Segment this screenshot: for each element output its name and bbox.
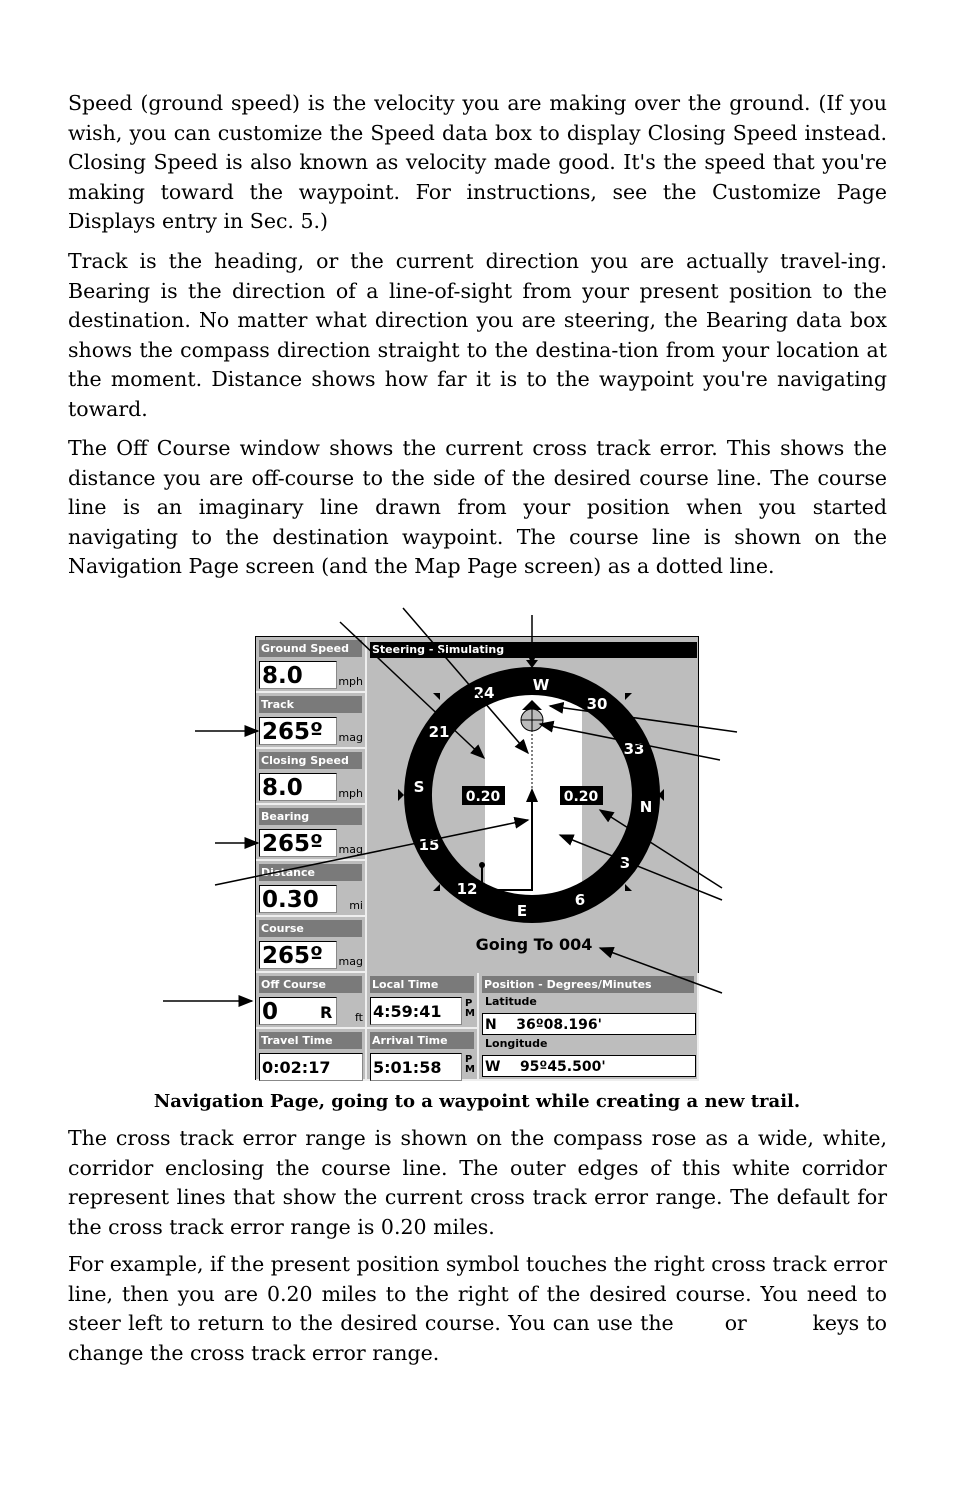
- box-unit: mag: [338, 731, 363, 744]
- box-value: 0.30: [259, 885, 337, 913]
- track-box: Track 265º mag: [256, 693, 367, 749]
- box-unit: mi: [349, 899, 363, 912]
- box-unit: mph: [338, 675, 363, 688]
- ground-speed-box: Ground Speed 8.0 mph: [256, 637, 367, 693]
- box-label: Ground Speed: [259, 640, 362, 657]
- local-time-box: Local Time 4:59:41 P M: [367, 973, 479, 1029]
- longitude-value: W 95º45.500': [482, 1055, 696, 1077]
- course-box: Course 265º mag: [256, 917, 367, 973]
- box-value: 265º: [259, 717, 337, 745]
- box-value: 8.0: [259, 661, 337, 689]
- latitude-value: N 36º08.196': [482, 1013, 696, 1035]
- box-unit: mag: [338, 843, 363, 856]
- paragraph-xte-range: The cross track error range is shown on …: [68, 1126, 887, 1239]
- box-unit: ft: [355, 1011, 363, 1024]
- box-label: Bearing: [259, 808, 362, 825]
- box-label: Track: [259, 696, 362, 713]
- arrival-time-box: Arrival Time 5:01:58 P M: [367, 1029, 479, 1081]
- document-page: Speed (ground speed) is the velocity you…: [0, 0, 954, 1487]
- am-pm-indicator: P M: [465, 998, 475, 1019]
- off-course-side: R: [320, 1003, 333, 1022]
- longitude-label: Longitude: [485, 1037, 548, 1050]
- box-label: Local Time: [370, 976, 474, 993]
- paragraph-track-bearing: Track is the heading, or the current dir…: [68, 249, 887, 421]
- closing-speed-box: Closing Speed 8.0 mph: [256, 749, 367, 805]
- box-value: 5:01:58: [370, 1053, 462, 1081]
- position-title: Position - Degrees/Minutes: [482, 976, 694, 993]
- paragraph-speed: Speed (ground speed) is the velocity you…: [68, 91, 887, 234]
- box-label: Arrival Time: [370, 1032, 474, 1049]
- box-value: 265º: [259, 829, 337, 857]
- box-value: 4:59:41: [370, 997, 462, 1025]
- latitude-label: Latitude: [485, 995, 537, 1008]
- navigation-page-screenshot: Ground Speed 8.0 mph Track 265º mag Closing …: [255, 636, 699, 1081]
- box-value: 8.0: [259, 773, 337, 801]
- distance-box: Distance 0.30 mi: [256, 861, 367, 917]
- box-label: Course: [259, 920, 362, 937]
- position-box: Position - Degrees/Minutes Latitude N 36…: [479, 973, 699, 1081]
- box-label: Closing Speed: [259, 752, 362, 769]
- figure-caption: Navigation Page, going to a waypoint whi…: [153, 1091, 801, 1112]
- steering-title-bar: Steering - Simulating: [370, 642, 697, 658]
- box-label: Off Course: [259, 976, 362, 993]
- box-value: 265º: [259, 941, 337, 969]
- box-label: Distance: [259, 864, 362, 881]
- box-value: 0:02:17: [259, 1053, 363, 1081]
- travel-time-box: Travel Time 0:02:17: [256, 1029, 367, 1081]
- paragraph-off-course: The Off Course window shows the current …: [68, 436, 887, 579]
- off-course-box: Off Course 0 Rft: [256, 973, 367, 1029]
- bearing-box: Bearing 265º mag: [256, 805, 367, 861]
- box-label: Travel Time: [259, 1032, 362, 1049]
- am-pm-indicator: P M: [465, 1054, 475, 1075]
- box-unit: mag: [338, 955, 363, 968]
- paragraph-example: For example, if the present position sym…: [68, 1252, 894, 1365]
- box-unit: mph: [338, 787, 363, 800]
